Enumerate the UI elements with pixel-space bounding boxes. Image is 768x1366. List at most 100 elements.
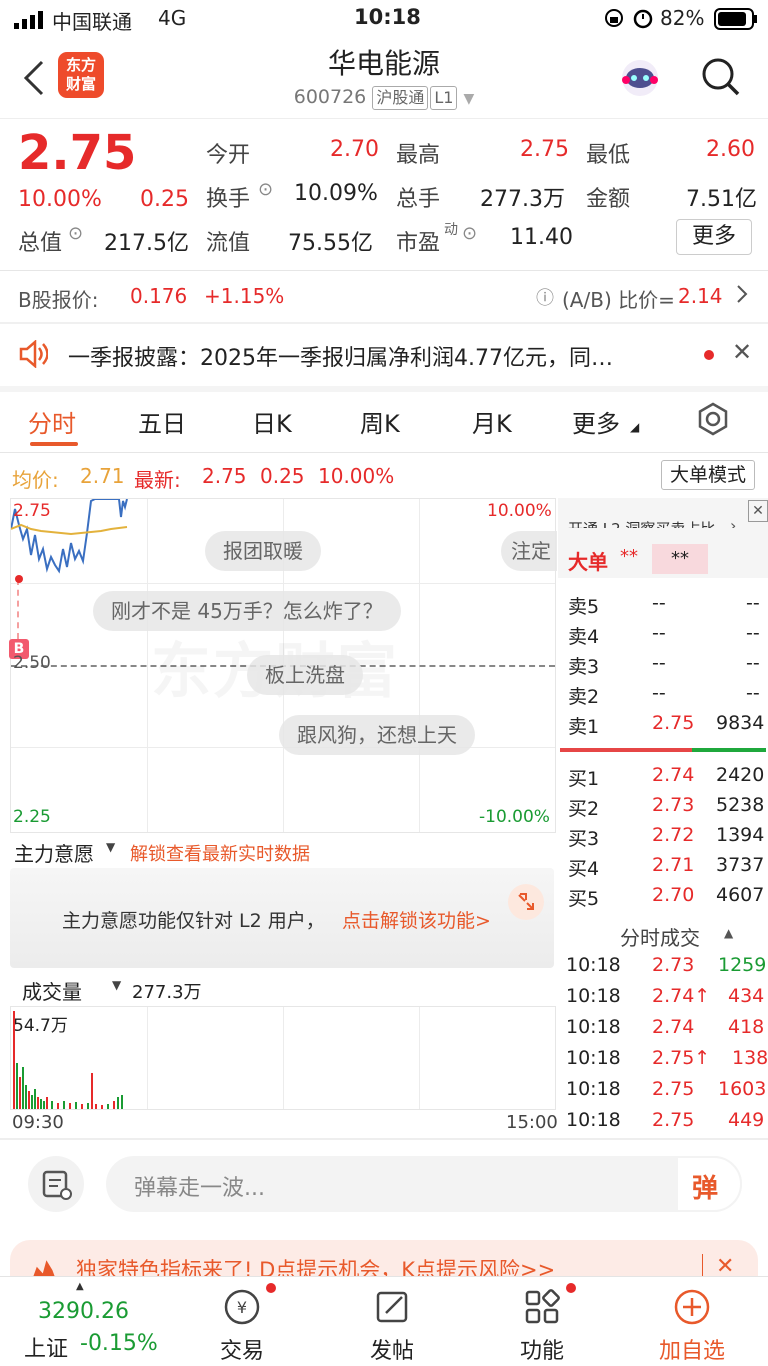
info-icon[interactable]: ⊙ xyxy=(68,223,83,244)
b-marker-line xyxy=(17,579,19,639)
b-share-row[interactable]: B股报价: 0.176 +1.15% ⓘ (A/B) 比价= 2.14 xyxy=(0,272,768,322)
amount-label: 金额 xyxy=(586,187,631,212)
current-price: 2.75 xyxy=(18,125,137,181)
expand-icon[interactable] xyxy=(508,884,544,920)
tab-add-watchlist[interactable]: 加自选 xyxy=(642,1287,742,1365)
chevron-right-icon[interactable] xyxy=(736,284,748,309)
bid-row[interactable]: 买3 2.72 1394 xyxy=(566,824,764,854)
dropdown-arrow-icon[interactable]: ▼ xyxy=(463,91,474,107)
dropdown-icon[interactable]: ▼ xyxy=(112,978,121,992)
ask-row[interactable]: 卖3 -- -- xyxy=(566,652,762,682)
latest-change: 0.25 xyxy=(260,464,305,488)
tab-functions-label: 功能 xyxy=(519,1339,564,1364)
main-force-panel[interactable]: 主力意愿功能仅针对 L2 用户， 点击解锁该功能> xyxy=(10,868,554,968)
intraday-chart[interactable]: 东方财富 B 2.75 2.50 2.25 10.00% -10.00% 报团取… xyxy=(9,498,557,833)
nav-bar: 东方 财富 华电能源 600726 沪股通 L1 ▼ xyxy=(0,38,768,118)
tab-weekly-k[interactable]: 周K xyxy=(360,404,400,439)
close-icon[interactable]: ✕ xyxy=(748,500,768,522)
tab-monthly-k[interactable]: 月K xyxy=(472,404,512,439)
dropdown-icon[interactable]: ▼ xyxy=(106,840,115,854)
info-icon[interactable]: ⊙ xyxy=(258,179,273,200)
more-button[interactable]: 更多 xyxy=(676,219,752,255)
danmu-toggle-icon[interactable] xyxy=(28,1156,84,1212)
danmu-placeholder: 弹幕走一波... xyxy=(134,1176,265,1201)
pct-axis-bottom: -10.00% xyxy=(479,807,550,827)
change-percent: 10.00% xyxy=(18,187,102,212)
divider xyxy=(0,270,768,271)
volume-chart[interactable]: 54.7万 xyxy=(10,1006,556,1110)
bid-volume: 5238 xyxy=(716,794,765,816)
bid-row[interactable]: 买2 2.73 5238 xyxy=(566,794,765,824)
tick-time: 10:18 xyxy=(566,954,621,976)
volume-value: 277.3万 xyxy=(480,187,565,212)
tick-time: 10:18 xyxy=(566,1078,621,1100)
trade-icon: ¥ xyxy=(224,1289,260,1325)
comment-bar: 弹幕走一波... 弹 xyxy=(0,1150,768,1220)
main-force-unlock-link[interactable]: 点击解锁该功能> xyxy=(342,906,491,933)
tick-volume: 449 xyxy=(728,1109,765,1131)
notice-bar[interactable]: 一季报披露：2025年一季报归属净利润4.77亿元，同… ✕ xyxy=(0,324,768,386)
promo-banner[interactable]: 独家特色指标来了! D点提示机会，K点提示风险>> ✕ xyxy=(10,1240,758,1280)
ask-label: 卖2 xyxy=(568,686,600,708)
corner-arrow-icon: ◢ xyxy=(630,420,640,434)
big-order-mode-button[interactable]: 大单模式 xyxy=(661,460,755,490)
danmu-input[interactable]: 弹幕走一波... 弹 xyxy=(106,1156,742,1212)
robot-assistant-icon[interactable] xyxy=(616,52,664,104)
tab-indicator xyxy=(30,442,78,446)
tab-add-label: 加自选 xyxy=(658,1339,725,1364)
notice-text: 一季报披露：2025年一季报归属净利润4.77亿元，同… xyxy=(68,346,613,371)
bid-row[interactable]: 买5 2.70 4607 xyxy=(566,884,764,914)
level-tag: L1 xyxy=(430,86,458,110)
tab-more[interactable]: 更多 xyxy=(572,404,620,439)
order-book-panel: 开通 L2 洞察买卖占比 › ✕ 大单 ** ** 卖5---- 卖4---- … xyxy=(558,498,768,1138)
bid-price: 2.72 xyxy=(652,824,695,846)
close-icon[interactable]: ✕ xyxy=(732,338,752,366)
danmu-bubble: 注定 xyxy=(501,531,557,571)
tick-time: 10:18 xyxy=(566,985,621,1007)
ask-row[interactable]: 卖5 -- -- xyxy=(566,592,762,622)
volume-bars xyxy=(13,1011,123,1109)
ask-row[interactable]: 卖4 -- -- xyxy=(566,622,762,652)
info-icon[interactable]: ⊙ xyxy=(462,223,477,244)
tab-trade[interactable]: ¥ 交易 xyxy=(192,1287,292,1365)
index-ticker[interactable]: ▲ 3290.26 上证 -0.15% xyxy=(0,1277,170,1366)
y-axis-mid: 2.50 xyxy=(13,653,51,673)
grid-line xyxy=(283,1007,284,1109)
tab-intraday[interactable]: 分时 xyxy=(28,404,76,439)
tab-daily-k[interactable]: 日K xyxy=(252,404,292,439)
ask-row[interactable]: 卖2 -- -- xyxy=(566,682,762,712)
grid-icon xyxy=(525,1289,560,1324)
tick-price: 2.75↑ xyxy=(652,1047,711,1069)
search-icon[interactable] xyxy=(700,56,742,102)
bid-row[interactable]: 买1 2.74 2420 xyxy=(566,764,764,794)
ask-volume: -- xyxy=(746,622,760,644)
main-force-notice: 主力意愿功能仅针对 L2 用户， xyxy=(62,910,325,932)
tick-header-label: 分时成交 xyxy=(620,926,700,950)
ask-volume: -- xyxy=(746,682,760,704)
ask-row[interactable]: 卖1 2.75 9834 xyxy=(566,712,764,742)
tab-functions[interactable]: 功能 xyxy=(492,1287,592,1365)
tick-header[interactable]: 分时成交 ▲ xyxy=(558,920,768,950)
notification-dot xyxy=(566,1283,576,1293)
volume-label[interactable]: 成交量 xyxy=(22,976,82,1005)
grid-line xyxy=(147,1007,148,1109)
b-share-label: B股报价: xyxy=(18,288,99,312)
help-icon[interactable]: ⓘ xyxy=(536,284,554,310)
tab-post[interactable]: 发帖 xyxy=(342,1287,442,1365)
add-circle-icon xyxy=(674,1289,710,1325)
b-share-pct: +1.15% xyxy=(204,284,285,308)
settings-icon[interactable] xyxy=(696,402,730,442)
danmu-send-button[interactable]: 弹 xyxy=(676,1156,742,1212)
tick-time: 10:18 xyxy=(566,1016,621,1038)
expand-up-icon[interactable]: ▲ xyxy=(76,1281,84,1292)
index-value: 3290.26 xyxy=(38,1299,129,1324)
main-force-label[interactable]: 主力意愿 xyxy=(14,838,94,867)
ask-label: 卖3 xyxy=(568,656,600,678)
tick-price: 2.73 xyxy=(652,954,695,976)
danmu-bubble: 刚才不是 45万手？怎么炸了？ xyxy=(93,591,401,631)
collapse-icon[interactable]: ▲ xyxy=(724,926,733,940)
l2-promo[interactable]: 开通 L2 洞察买卖占比 › ✕ xyxy=(558,498,768,538)
unlock-link[interactable]: 解锁查看最新实时数据 xyxy=(130,840,310,866)
bid-row[interactable]: 买4 2.71 3737 xyxy=(566,854,764,884)
tab-5day[interactable]: 五日 xyxy=(138,404,186,439)
